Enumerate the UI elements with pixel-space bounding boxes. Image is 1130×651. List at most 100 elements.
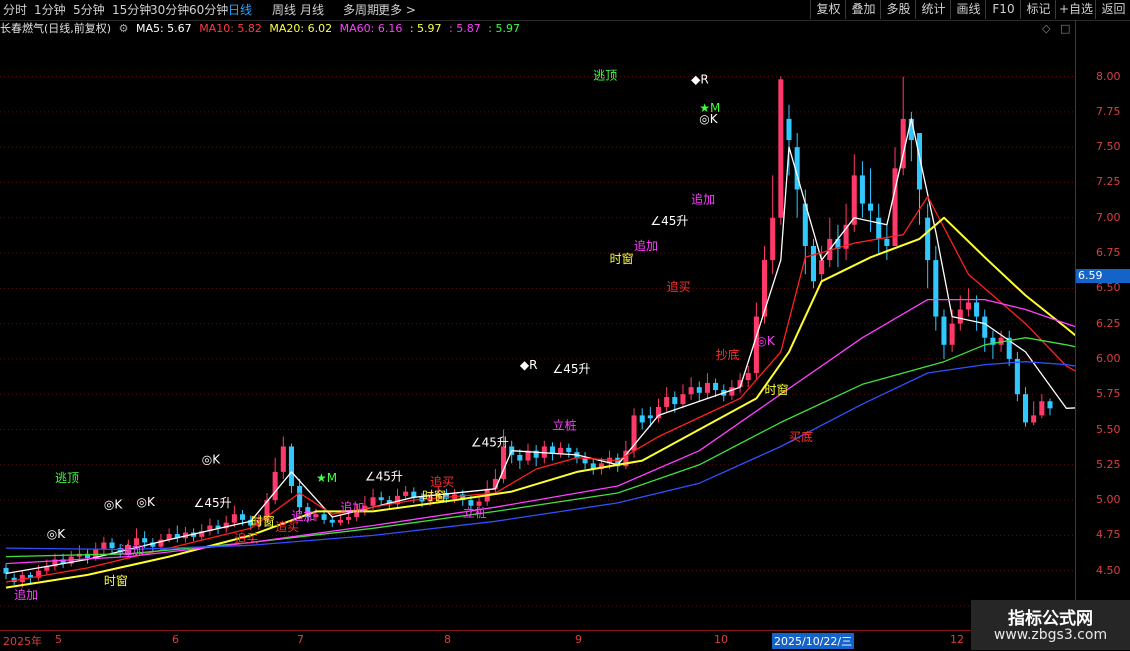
candle-body[interactable] [704, 382, 710, 393]
candlestick-chart[interactable]: 追加逃顶◎K时窗追加◎K ◎K ∠45升◎K追买时窗 追买追加★M追加∠45升时窗追买… [0, 37, 1075, 630]
ma5-value: MA5: 5.67 [135, 22, 192, 35]
candle-body[interactable] [974, 302, 980, 317]
price-tick-1: 7.75 [1096, 104, 1121, 118]
toolbar-button-8[interactable]: 返回 [1095, 0, 1130, 19]
signal-label-10: 时窗 [251, 515, 275, 529]
candle-body[interactable] [346, 517, 352, 520]
candle-body[interactable] [549, 446, 555, 454]
toolbar-button-4[interactable]: 画线 [950, 0, 986, 19]
candle-body[interactable] [680, 394, 686, 405]
candle-body[interactable] [868, 203, 874, 211]
candle-body[interactable] [941, 316, 947, 345]
minimize-icon[interactable]: □ [1060, 20, 1070, 37]
indicator-title-bar: 长春燃气(日线,前复权) ⚙ MA5: 5.67 MA10: 5.82 MA20… [0, 20, 1075, 37]
candle-body[interactable] [810, 245, 816, 282]
candle-body[interactable] [370, 497, 376, 506]
candle-body[interactable] [655, 406, 662, 419]
candle-body[interactable] [770, 217, 776, 261]
candle-body[interactable] [1023, 394, 1029, 423]
toolbar-button-2[interactable]: 多股 [880, 0, 916, 19]
candle-body[interactable] [411, 491, 417, 498]
candle-body[interactable] [957, 309, 963, 324]
period-tab-5[interactable]: 60分钟 [189, 2, 228, 18]
signal-label-5: ◎K [104, 498, 123, 512]
candle-body[interactable] [1031, 415, 1037, 423]
candle-body[interactable] [713, 382, 719, 390]
date-label-5: 9 [575, 633, 582, 646]
price-tick-3: 7.25 [1096, 175, 1121, 189]
toolbar-button-1[interactable]: 叠加 [845, 0, 881, 19]
candle-body[interactable] [672, 397, 678, 405]
date-label-8: 12 [950, 633, 964, 646]
toolbar-button-0[interactable]: 复权 [810, 0, 846, 19]
diamond-icon[interactable]: ◇ [1042, 20, 1050, 37]
candle-body[interactable] [876, 217, 882, 239]
toolbar-button-3[interactable]: 统计 [915, 0, 951, 19]
candle-body[interactable] [240, 514, 246, 520]
period-tab-9[interactable]: 多周期 [343, 2, 379, 18]
signal-label-32: 抄底 [716, 347, 740, 362]
ma-line-3 [5, 337, 1075, 558]
candle-body[interactable] [696, 387, 702, 393]
candle-body[interactable] [1047, 401, 1053, 409]
candle-body[interactable] [786, 118, 792, 141]
candle-body[interactable] [321, 514, 327, 520]
candle-body[interactable] [778, 79, 784, 218]
candle-body[interactable] [280, 446, 286, 472]
period-tab-0[interactable]: 分时 [3, 2, 27, 18]
candle-body[interactable] [933, 260, 939, 317]
candle-body[interactable] [647, 415, 653, 419]
period-tab-2[interactable]: 5分钟 [73, 2, 105, 18]
candle-body[interactable] [688, 387, 694, 395]
period-tab-3[interactable]: 15分钟 [112, 2, 151, 18]
date-label-6: 10 [714, 633, 728, 646]
settings-icon[interactable]: ⚙ [119, 22, 129, 35]
candle-body[interactable] [639, 415, 645, 423]
candle-body[interactable] [745, 373, 751, 381]
period-tab-7[interactable]: 周线 [272, 2, 296, 18]
candle-body[interactable] [468, 500, 474, 506]
candle-body[interactable] [916, 133, 923, 190]
candle-body[interactable] [982, 316, 988, 338]
candle-body[interactable] [558, 447, 564, 454]
candle-body[interactable] [566, 447, 572, 453]
candle-body[interactable] [762, 260, 768, 317]
candle-body[interactable] [517, 454, 523, 461]
period-tab-4[interactable]: 30分钟 [150, 2, 189, 18]
candle-body[interactable] [231, 514, 237, 523]
candle-body[interactable] [297, 485, 303, 508]
candle-body[interactable] [109, 542, 115, 549]
date-label-4: 8 [444, 633, 451, 646]
period-tab-10[interactable]: 更多 > [378, 2, 416, 18]
candle-body[interactable] [403, 491, 409, 496]
candle-body[interactable] [1039, 401, 1045, 416]
date-label-3: 7 [297, 633, 304, 646]
price-tick-0: 8.00 [1096, 69, 1121, 83]
signal-label-3: 时窗 [104, 574, 128, 588]
period-tab-8[interactable]: 月线 [300, 2, 324, 18]
candles [3, 76, 1053, 588]
candle-body[interactable] [884, 238, 890, 246]
candle-body[interactable] [1014, 358, 1020, 395]
candle-body[interactable] [965, 302, 971, 310]
candle-body[interactable] [729, 387, 735, 396]
toolbar-button-5[interactable]: F10 [985, 0, 1021, 19]
period-toolbar: 分时 1分钟 5分钟 15分钟 30分钟 60分钟 日线 周线 月线 多周期 更多 > 复权 叠加 多股统… [0, 0, 1130, 21]
toolbar-button-6[interactable]: 标记 [1020, 0, 1056, 19]
candle-body[interactable] [949, 323, 955, 345]
period-tab-6[interactable]: 日线 [228, 2, 252, 18]
candle-body[interactable] [378, 497, 384, 501]
candle-body[interactable] [288, 446, 294, 486]
candle-body[interactable] [272, 471, 278, 501]
candle-body[interactable] [329, 519, 335, 523]
toolbar-button-7[interactable]: +自选 [1055, 0, 1096, 19]
candle-body[interactable] [859, 175, 865, 204]
candle-body[interactable] [101, 542, 107, 550]
extra-value-3: : 5.97 [488, 22, 520, 35]
period-tab-1[interactable]: 1分钟 [34, 2, 66, 18]
date-label-0: 2025年 [3, 635, 42, 648]
candle-body[interactable] [925, 217, 931, 261]
candle-body[interactable] [819, 260, 825, 275]
candle-body[interactable] [337, 519, 343, 523]
candle-body[interactable] [664, 397, 670, 407]
